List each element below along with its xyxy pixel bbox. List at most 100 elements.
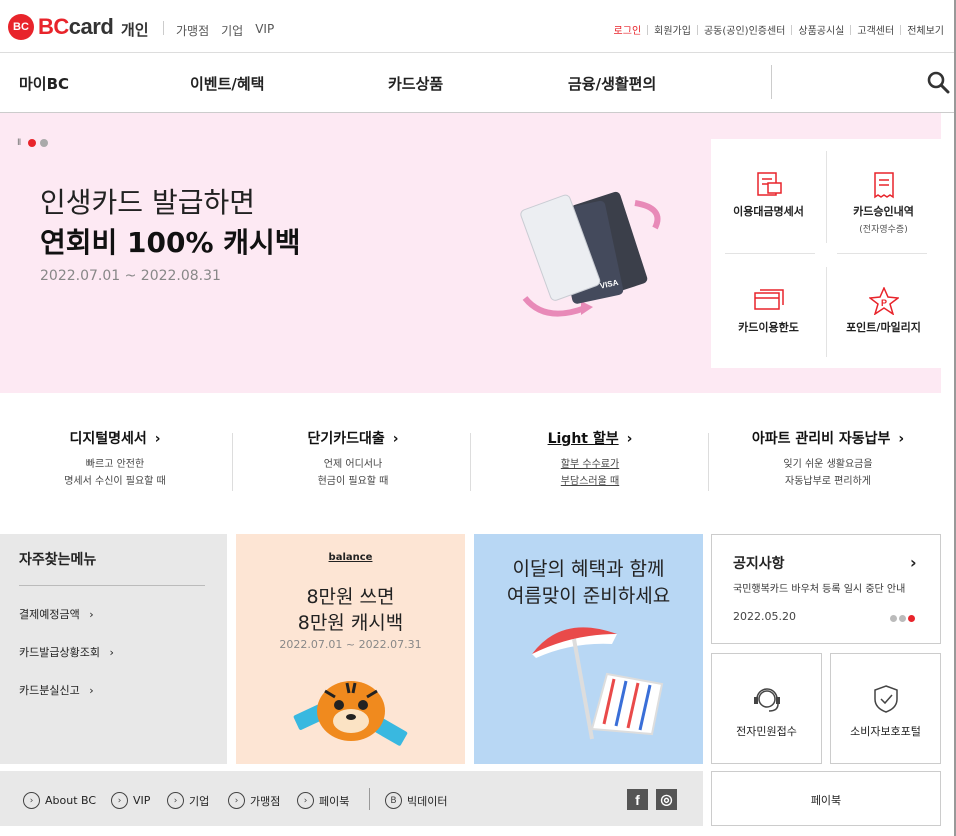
quick-points[interactable]: P 포인트/마일리지: [826, 286, 941, 335]
nav-item-mybc[interactable]: 마이BC: [19, 73, 69, 94]
footer-link-corporate[interactable]: › 기업: [167, 792, 209, 809]
quick-statement[interactable]: 이용대금명세서: [711, 171, 826, 219]
nav-item-card-products[interactable]: 카드상품: [388, 73, 443, 94]
service-short-loan[interactable]: 단기카드대출 › 언제 어디서나 현금이 필요할 때: [238, 428, 468, 490]
carousel-dot[interactable]: [28, 139, 37, 147]
segment-link-vip[interactable]: VIP: [255, 22, 274, 39]
point-star-icon: P: [867, 286, 900, 316]
service-desc: 잊기 쉬운 생활요금을: [783, 459, 873, 470]
notice-pager: [890, 615, 915, 622]
paybook-box[interactable]: 페이북: [711, 771, 941, 826]
footer-link-paybook[interactable]: › 페이북: [297, 792, 349, 809]
segment-link-corporate[interactable]: 기업: [221, 22, 243, 39]
credit-cards-illustration: VISA: [520, 191, 661, 317]
promo-brand: balance: [328, 552, 373, 563]
chevron-right-icon: ›: [89, 608, 94, 621]
instagram-icon[interactable]: ◎: [656, 789, 677, 810]
top-bar: BC BCcard 개인 가맹점 기업 VIP 로그인 회원가입 공동(공인)인…: [0, 0, 956, 53]
hero-title-line1: 인생카드 발급하면: [40, 186, 255, 219]
chevron-right-icon: ›: [89, 684, 94, 697]
service-desc: 빠르고 안전한: [85, 459, 145, 470]
certificate-center-link[interactable]: 공동(공인)인증센터: [704, 22, 785, 37]
faq-item-card-issue-status[interactable]: 카드발급상황조회 ›: [19, 644, 114, 660]
promo-summer-benefits[interactable]: 이달의 혜택과 함께 여름맞이 준비하세요: [474, 534, 703, 764]
logo-mark: BC: [8, 14, 34, 40]
promo-balance-card[interactable]: balance 8만원 쓰면 8만원 캐시백 2022.07.01 ~ 2022…: [236, 534, 465, 764]
beach-chair-umbrella-illustration: [532, 627, 664, 740]
footer-link-vip[interactable]: › VIP: [111, 792, 150, 809]
chevron-right-icon: ›: [154, 431, 161, 447]
tiger-character-illustration: [293, 681, 408, 746]
notice-text[interactable]: 국민행복카드 바우처 등록 일시 중단 안내: [733, 580, 905, 595]
pager-dot[interactable]: [908, 615, 915, 622]
faq-item-payment-due[interactable]: 결제예정금액 ›: [19, 606, 94, 622]
paybook-label: 페이북: [810, 794, 842, 807]
main-navigation: 마이BC 이벤트/혜택 카드상품 금융/생활편의: [0, 53, 956, 113]
promo-date: 2022.07.01 ~ 2022.07.31: [279, 638, 422, 651]
pager-dot[interactable]: [890, 615, 897, 622]
facebook-icon[interactable]: f: [627, 789, 648, 810]
service-desc: 현금이 필요할 때: [317, 476, 389, 487]
service-desc: 명세서 수신이 필요할 때: [64, 476, 166, 487]
logo-wordmark: BCcard: [38, 14, 114, 39]
complaint-box[interactable]: 전자민원접수: [711, 653, 822, 764]
receipt-icon: [873, 172, 894, 199]
quick-approval-sublabel: (전자영수증): [859, 225, 908, 235]
segment-links: 가맹점 기업 VIP: [176, 22, 274, 39]
shield-check-icon: [874, 685, 898, 713]
service-desc: 할부 수수료가: [560, 459, 620, 470]
nav-item-finance[interactable]: 금융/생활편의: [568, 73, 656, 94]
circle-arrow-icon: ›: [228, 792, 245, 809]
frequent-menu-title: 자주찾는메뉴: [19, 552, 97, 568]
quick-points-label: 포인트/마일리지: [846, 321, 921, 334]
bigdata-icon: B: [385, 792, 402, 809]
signup-link[interactable]: 회원가입: [654, 22, 691, 37]
footer-links-bar: › About BC › VIP › 기업 › 가맹점 › 페이북 B 빅데이터 f ◎: [0, 771, 703, 826]
product-disclosure-link[interactable]: 상품공시실: [798, 22, 844, 37]
faq-item-lost-card[interactable]: 카드분실신고 ›: [19, 682, 94, 698]
chevron-right-icon[interactable]: ›: [910, 553, 917, 572]
service-digital-statement[interactable]: 디지털명세서 › 빠르고 안전한 명세서 수신이 필요할 때: [0, 428, 230, 490]
svg-text:P: P: [881, 298, 887, 308]
customer-center-link[interactable]: 고객센터: [857, 22, 894, 37]
service-title: 아파트 관리비 자동납부: [751, 431, 891, 447]
footer-link-bigdata[interactable]: B 빅데이터: [385, 792, 447, 809]
bccard-logo[interactable]: BC BCcard: [8, 14, 114, 40]
circle-arrow-icon: ›: [167, 792, 184, 809]
promo-title-line1: 8만원 쓰면: [306, 586, 395, 608]
utility-links: 로그인 회원가입 공동(공인)인증센터 상품공시실 고객센터 전체보기: [614, 22, 944, 37]
sitemap-link[interactable]: 전체보기: [907, 22, 944, 37]
footer-link-merchant[interactable]: › 가맹점: [228, 792, 280, 809]
service-title: 단기카드대출: [307, 431, 385, 447]
carousel-dot[interactable]: [40, 139, 49, 147]
quick-card-limit-label: 카드이용한도: [738, 321, 799, 334]
consumer-protection-label: 소비자보호포털: [850, 725, 921, 738]
pause-icon[interactable]: II: [17, 138, 21, 148]
quick-menu: 이용대금명세서 카드승인내역 (전자영수증) 카드이용한도 P 포인트/마일리지: [711, 139, 941, 368]
login-link[interactable]: 로그인: [614, 22, 642, 37]
frequent-menu-panel: 자주찾는메뉴 결제예정금액 › 카드발급상황조회 › 카드분실신고 ›: [0, 534, 227, 764]
service-apartment-autopay[interactable]: 아파트 관리비 자동납부 › 잊기 쉬운 생활요금을 자동납부로 편리하게: [713, 428, 943, 490]
headset-agent-icon: [754, 688, 780, 712]
pager-dot[interactable]: [899, 615, 906, 622]
footer-link-about[interactable]: › About BC: [23, 792, 96, 809]
circle-arrow-icon: ›: [23, 792, 40, 809]
chevron-right-icon: ›: [109, 646, 114, 659]
search-icon[interactable]: [926, 70, 950, 94]
hero-date: 2022.07.01 ~ 2022.08.31: [40, 268, 221, 284]
quick-approval-history[interactable]: 카드승인내역 (전자영수증): [826, 171, 941, 235]
divider: [771, 65, 772, 99]
notice-panel[interactable]: 공지사항 › 국민행복카드 바우처 등록 일시 중단 안내 2022.05.20: [711, 534, 941, 644]
segment-link-merchant[interactable]: 가맹점: [176, 22, 209, 39]
circle-arrow-icon: ›: [111, 792, 128, 809]
complaint-label: 전자민원접수: [736, 725, 797, 738]
service-light-installment[interactable]: Light 할부 › 할부 수수료가 부담스러울 때: [475, 428, 705, 490]
nav-item-events[interactable]: 이벤트/혜택: [190, 73, 264, 94]
service-desc: 언제 어디서나: [323, 459, 383, 470]
brand-segment-personal[interactable]: 개인: [121, 19, 149, 40]
quick-card-limit[interactable]: 카드이용한도: [711, 287, 826, 335]
hero-title-line2: 연회비 100% 캐시백: [40, 226, 301, 259]
service-title: Light 할부: [547, 431, 619, 447]
consumer-protection-box[interactable]: 소비자보호포털: [830, 653, 941, 764]
statement-icon: [756, 172, 782, 196]
